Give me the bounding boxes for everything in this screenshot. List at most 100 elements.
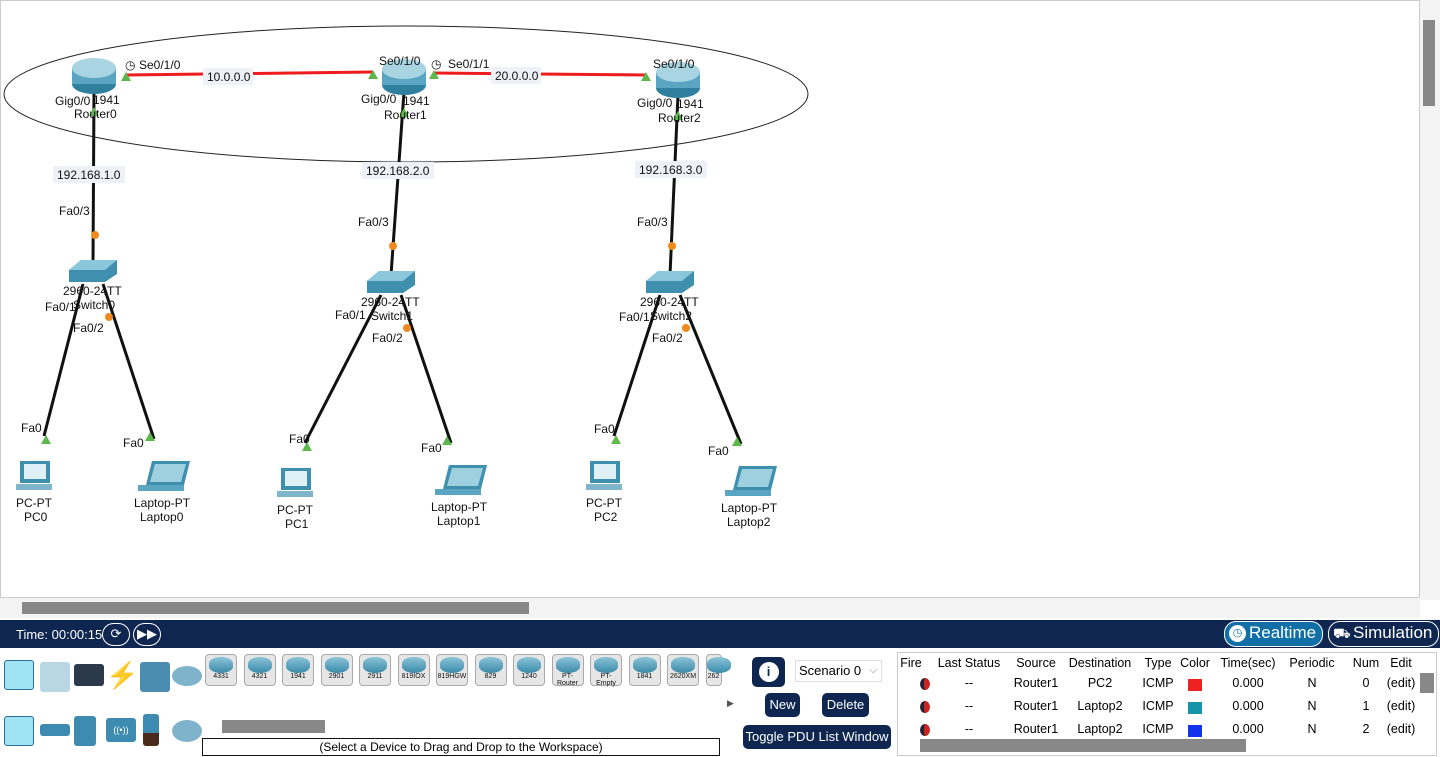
device-model: 1941 (290, 673, 306, 680)
vertical-scrollbar[interactable] (1420, 0, 1440, 600)
palette-device-2620XM[interactable]: 2620XM (667, 654, 699, 686)
panel-collapse-arrow[interactable]: ▶ (727, 698, 734, 709)
palette-device-1841[interactable]: 1841 (628, 654, 661, 686)
category-multiuser[interactable] (172, 666, 202, 686)
palette-device-262[interactable]: 262 (705, 654, 731, 686)
pdu-num: 2 (1362, 722, 1370, 736)
subcategory-switches[interactable] (40, 724, 70, 736)
palette-device-4321[interactable]: 4321 (243, 654, 276, 686)
laptop-2[interactable] (725, 466, 777, 496)
simulation-mode-button[interactable]: ⛟ Simulation (1328, 621, 1440, 647)
palette-device-4331[interactable]: 4331 (205, 654, 237, 686)
palette-scrollbar[interactable] (222, 720, 325, 733)
palette-device-1941[interactable]: 1941 (282, 654, 314, 686)
category-end-devices[interactable] (40, 662, 70, 692)
fire-button[interactable] (920, 701, 930, 713)
pdu-header-row: Fire Last Status Source Destination Type Colo… (898, 656, 1418, 676)
fire-button[interactable] (920, 724, 930, 736)
pdu-type: ICMP (1142, 722, 1174, 736)
laptop-0[interactable] (138, 461, 190, 491)
column-header[interactable]: Fire (898, 656, 924, 670)
router-port-label: Gig0/0 (55, 94, 91, 108)
switch-name: Switch1 (371, 309, 413, 323)
column-header[interactable]: Source (1010, 656, 1062, 670)
column-header[interactable]: Last Status (932, 656, 1006, 670)
category-connections[interactable]: ⚡ (106, 660, 138, 690)
pdu-row[interactable]: -- Router1 PC2 ICMP 0.000 N 0 (edit) (898, 676, 1418, 696)
pdu-source: Router1 (1013, 699, 1059, 713)
router-icon (478, 657, 503, 673)
palette-device-2901[interactable]: 2901 (320, 654, 353, 686)
pdu-last_status: -- (964, 722, 974, 736)
palette-device-1240[interactable]: 1240 (513, 654, 545, 686)
switch-name: Switch0 (73, 298, 115, 312)
subcategory-wan-emulation[interactable] (172, 720, 202, 742)
laptop-1[interactable] (435, 465, 487, 495)
subcategory-routers[interactable] (4, 716, 34, 746)
horizontal-scrollbar[interactable] (0, 598, 1420, 618)
subcategory-security[interactable] (143, 714, 159, 746)
new-scenario-button[interactable]: New (765, 693, 800, 717)
subcategory-wireless[interactable]: ((•)) (106, 718, 136, 742)
router-icon (706, 657, 731, 673)
column-header[interactable]: Destination (1062, 656, 1138, 670)
column-header[interactable]: Color (1178, 656, 1212, 670)
switch-port-label: Fa0/3 (637, 215, 668, 229)
switch-0[interactable] (69, 260, 117, 282)
pc-2[interactable] (586, 461, 622, 490)
column-header[interactable]: Time(sec) (1216, 656, 1280, 670)
router-icon (594, 657, 618, 673)
column-header[interactable]: Edit (1384, 656, 1418, 670)
stopwatch-icon: ⛟ (1333, 625, 1351, 641)
laptop-icon (150, 464, 186, 482)
fast-forward-button[interactable]: ▶▶ (133, 623, 161, 646)
pdu-color (1178, 679, 1212, 694)
pc-0[interactable] (16, 461, 52, 490)
pdu-color (1178, 725, 1212, 740)
switch-model: 2960-24TT (361, 295, 420, 309)
router-name: Router1 (384, 108, 427, 122)
palette-device-819HGW[interactable]: 819HGW (436, 654, 468, 686)
column-header[interactable]: Periodic (1288, 656, 1336, 670)
workspace[interactable]: 1941 Router0 1941 Router1 1941 Router2 2960-24… (0, 0, 1420, 598)
scenario-select[interactable]: Scenario 0 ⌵ (795, 660, 882, 682)
column-header[interactable]: Type (1140, 656, 1176, 670)
delete-scenario-button[interactable]: Delete (822, 693, 869, 717)
category-network-devices[interactable] (4, 660, 34, 690)
subcategory-hubs[interactable] (74, 716, 96, 746)
palette-device-829[interactable]: 829 (474, 654, 507, 686)
pdu-row[interactable]: -- Router1 Laptop2 ICMP 0.000 N 1 (edit) (898, 699, 1418, 719)
router-0[interactable] (72, 58, 116, 94)
category-components[interactable] (74, 664, 104, 686)
palette-device-2911[interactable]: 2911 (359, 654, 391, 686)
palette-device-819IOX[interactable]: 819IOX (397, 654, 430, 686)
palette-device-PT-Empty[interactable]: PT-Empty (590, 654, 622, 687)
switch-2[interactable] (646, 271, 694, 293)
device-model: 2620XM (669, 673, 697, 680)
laptop-name: Laptop0 (140, 510, 184, 524)
link-up-indicator (41, 435, 51, 444)
fire-button[interactable] (920, 678, 930, 690)
pdu-type: ICMP (1142, 699, 1174, 713)
pdu-vertical-scrollbar[interactable] (1420, 673, 1434, 693)
toggle-pdu-list-button[interactable]: Toggle PDU List Window (743, 725, 891, 749)
topology-canvas[interactable]: 1941Router01941Router11941Router22960-24… (1, 1, 1421, 599)
palette-device-PT-Router[interactable]: PT-Router (551, 654, 584, 687)
clock-icon: ◷ (1229, 625, 1246, 642)
switch-1[interactable] (367, 271, 415, 293)
link-up-indicator (641, 72, 651, 81)
info-button[interactable]: i (752, 657, 785, 687)
laptop-icon (725, 490, 771, 496)
switch-port-label: Fa0/2 (73, 321, 104, 335)
device-model: 4331 (213, 673, 229, 680)
pc-1[interactable] (277, 468, 313, 497)
pdu-edit[interactable]: (edit) (1384, 722, 1418, 736)
realtime-mode-button[interactable]: ◷ Realtime (1224, 621, 1324, 647)
pdu-row[interactable]: -- Router1 Laptop2 ICMP 0.000 N 2 (edit) (898, 722, 1418, 742)
pdu-edit[interactable]: (edit) (1384, 699, 1418, 713)
column-header[interactable]: Num (1348, 656, 1384, 670)
pdu-edit[interactable]: (edit) (1384, 676, 1418, 690)
reset-time-button[interactable]: ⟳ (102, 623, 130, 646)
router-icon (209, 657, 233, 673)
category-misc[interactable] (140, 662, 170, 692)
